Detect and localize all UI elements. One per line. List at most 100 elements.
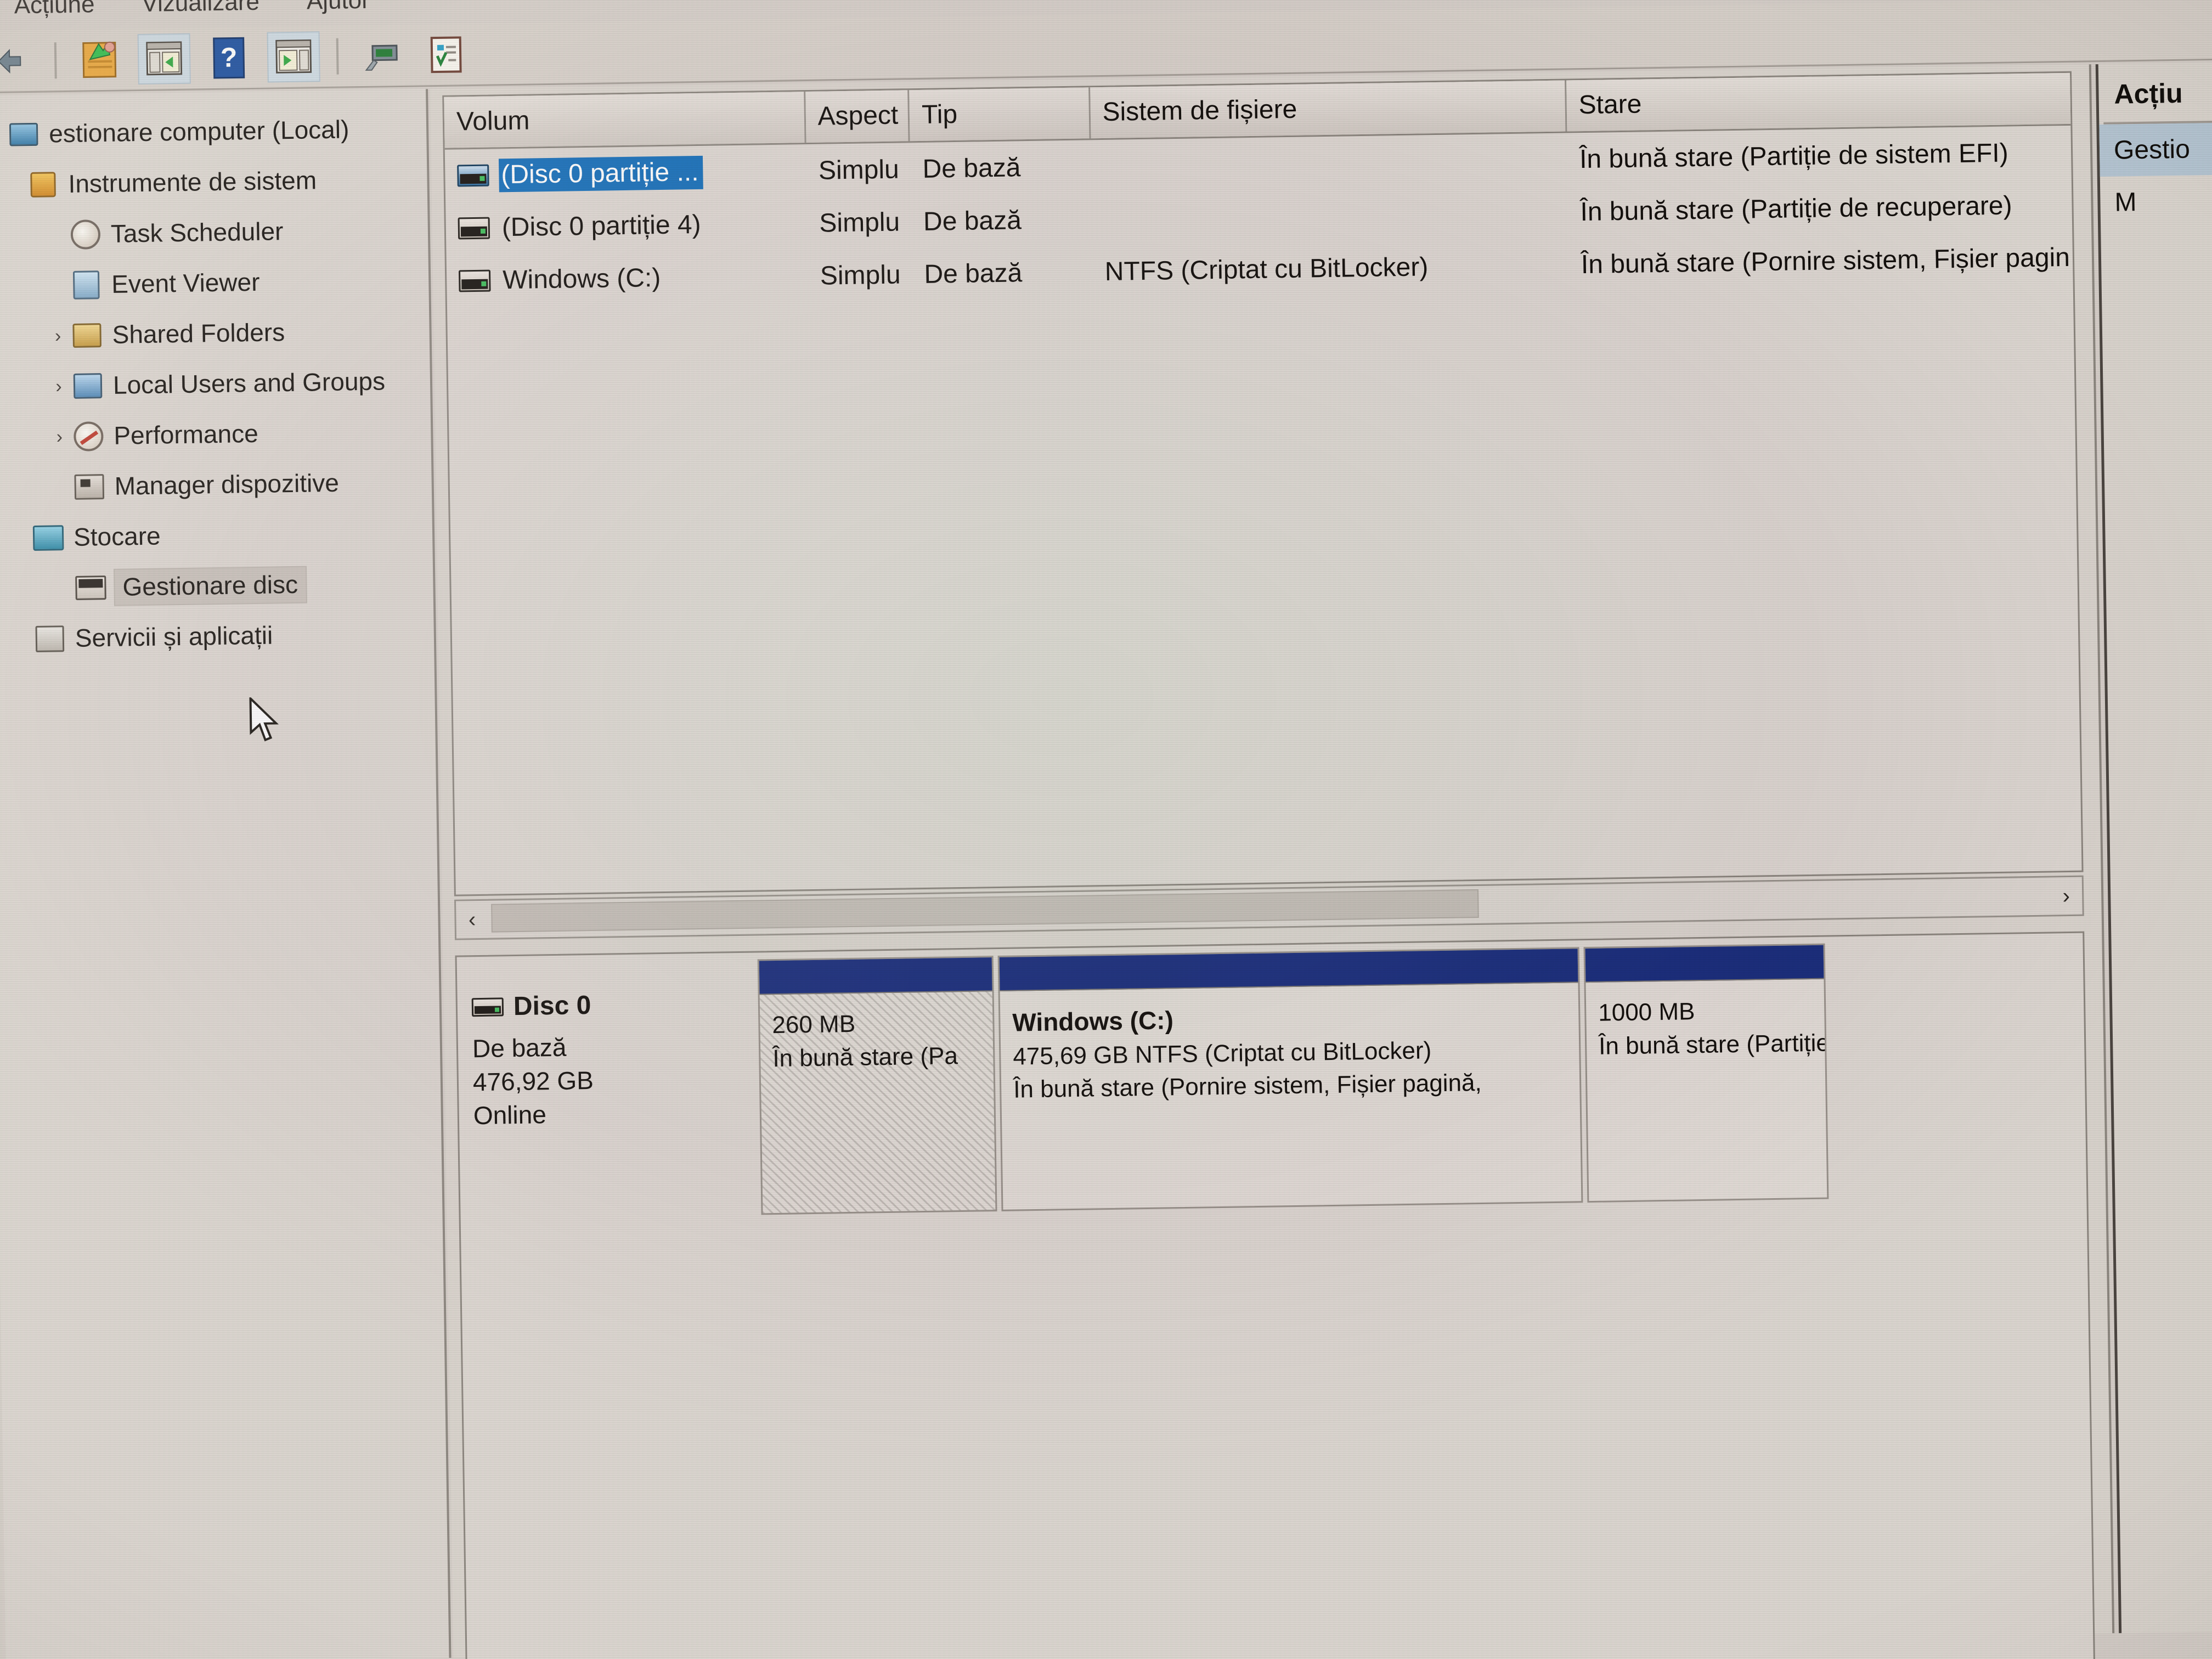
cell-stare: În bună stare (Partiție de recuperare) xyxy=(1580,190,2012,227)
scroll-left-arrow-icon[interactable]: ‹ xyxy=(456,907,488,932)
tree-expander[interactable]: › xyxy=(48,426,71,448)
properties-button[interactable] xyxy=(354,30,408,81)
partition-block-recovery[interactable]: 1000 MB În bună stare (Partiție xyxy=(1583,943,1829,1203)
tree-item-local-users-and-groups[interactable]: › Local Users and Groups xyxy=(0,356,431,413)
partition-color-bar xyxy=(759,957,992,995)
tree-expander[interactable] xyxy=(0,135,6,136)
partition-details: 260 MB În bună stare (Pa xyxy=(759,991,996,1214)
performance-icon xyxy=(71,421,106,452)
volume-name-cell: Windows (C:) xyxy=(447,259,808,298)
volume-label: (Disc 0 partiție 4) xyxy=(501,210,701,242)
tree-item-performance[interactable]: › Performance xyxy=(0,406,431,463)
volume-icon xyxy=(457,164,489,187)
tree-item-task-scheduler[interactable]: Task Scheduler xyxy=(0,204,428,261)
show-action-pane-icon xyxy=(275,39,312,74)
column-header-sistem-de-fisiere[interactable]: Sistem de fișiere xyxy=(1090,80,1567,139)
svg-text:?: ? xyxy=(220,42,237,72)
partition-label: Windows (C:) xyxy=(1012,1006,1174,1037)
tree-item-label: Manager dispozitive xyxy=(114,468,340,500)
users-groups-icon xyxy=(70,370,106,402)
export-list-button[interactable] xyxy=(73,34,126,85)
partition-block-windows-c[interactable]: Windows (C:) 475,69 GB NTFS (Criptat cu … xyxy=(997,947,1583,1211)
disk-type: De bază xyxy=(472,1033,567,1063)
actions-pane-title: Acțiu xyxy=(2114,77,2183,110)
shared-folders-icon xyxy=(69,320,105,351)
volume-icon xyxy=(458,217,490,240)
partition-block-efi[interactable]: 260 MB În bună stare (Pa xyxy=(757,956,997,1215)
tree-expander[interactable] xyxy=(50,588,74,589)
column-header-stare[interactable]: Stare xyxy=(1566,72,2071,132)
cell-tip: De bază xyxy=(924,258,1023,289)
column-header-aspect[interactable]: Aspect xyxy=(805,90,910,143)
cell-tip: De bază xyxy=(923,205,1022,236)
menu-item-vizualizare[interactable]: Vizualizare xyxy=(142,0,259,18)
partition-size: 260 MB xyxy=(772,1010,856,1039)
tree-item-computer-management[interactable]: estionare computer (Local) xyxy=(0,103,427,160)
cell-stare: În bună stare (Pornire sistem, Fișier pa… xyxy=(1581,242,2070,279)
tree-item-event-viewer[interactable]: Event Viewer xyxy=(0,255,429,312)
back-arrow-button[interactable] xyxy=(0,35,38,86)
partition-details: Windows (C:) 475,69 GB NTFS (Criptat cu … xyxy=(1000,983,1582,1210)
action-item-more-actions[interactable]: M xyxy=(2100,175,2212,229)
tree-item-label: Shared Folders xyxy=(112,318,285,349)
tree-expander[interactable] xyxy=(8,538,31,539)
scrollbar-thumb[interactable] xyxy=(491,889,1479,933)
volume-name-cell: (Disc 0 partiție ... xyxy=(445,154,806,193)
back-arrow-icon xyxy=(0,48,21,74)
disk-status: Online xyxy=(473,1100,547,1130)
cell-sistem-de-fisiere xyxy=(1091,159,1567,166)
storage-icon xyxy=(31,522,66,554)
show-action-pane-button[interactable] xyxy=(267,31,320,83)
tree-item-device-manager[interactable]: Manager dispozitive xyxy=(0,456,432,514)
tree-item-shared-folders[interactable]: › Shared Folders xyxy=(0,305,430,362)
cell-sistem-de-fisiere: NTFS (Criptat cu BitLocker) xyxy=(1104,252,1429,286)
actions-pane: Acțiu Gestio M xyxy=(2095,62,2212,1633)
column-header-tip[interactable]: Tip xyxy=(909,87,1091,142)
export-list-icon xyxy=(82,41,117,78)
system-tools-icon xyxy=(25,169,61,200)
volume-icon xyxy=(458,269,491,292)
tree-expander[interactable] xyxy=(46,285,69,286)
tree-item-services-and-applications[interactable]: Servicii și aplicații xyxy=(0,608,434,665)
tree-item-label: Servicii și aplicații xyxy=(75,620,273,652)
console-tree: estionare computer (Local) Instrumente d… xyxy=(0,89,434,665)
partition-details: 1000 MB În bună stare (Partiție xyxy=(1585,979,1827,1201)
disk-row: Disc 0 De bază 476,92 GB Online 260 MB Î… xyxy=(459,938,2085,1220)
report-button[interactable] xyxy=(419,29,472,80)
graphical-disk-view: Disc 0 De bază 476,92 GB Online 260 MB Î… xyxy=(455,931,2096,1659)
tree-item-label: Gestionare disc xyxy=(115,567,306,605)
tree-expander[interactable] xyxy=(49,487,72,488)
column-header-volum[interactable]: Volum xyxy=(444,92,806,148)
cell-aspect: Simplu xyxy=(818,155,900,185)
console-tree-pane: estionare computer (Local) Instrumente d… xyxy=(0,89,452,1659)
disk-icon xyxy=(471,997,504,1017)
tree-item-label: Performance xyxy=(113,419,259,450)
cell-aspect: Simplu xyxy=(820,259,901,291)
mouse-cursor-icon xyxy=(249,697,279,742)
tree-item-label: Event Viewer xyxy=(111,267,260,298)
partition-strip: 260 MB În bună stare (Pa Windows (C:) 47… xyxy=(755,938,2085,1215)
tree-expander[interactable]: › xyxy=(47,375,71,397)
tree-item-label: Stocare xyxy=(73,521,161,551)
cell-tip: De bază xyxy=(922,153,1021,184)
help-icon: ? xyxy=(213,37,245,79)
tree-expander[interactable]: › xyxy=(46,325,70,347)
computer-icon xyxy=(6,119,42,150)
menu-item-actiune[interactable]: Acțiune xyxy=(14,0,94,19)
tree-expander[interactable] xyxy=(9,639,32,640)
toolbar-separator-2 xyxy=(336,38,339,75)
show-console-tree-button[interactable] xyxy=(137,33,191,84)
volume-list: Volum Aspect Tip Sistem de fișiere Stare… xyxy=(442,71,2084,896)
tree-item-label: Local Users and Groups xyxy=(112,366,386,399)
cell-stare: În bună stare (Partiție de sistem EFI) xyxy=(1579,138,2009,174)
disk-info-block[interactable]: Disc 0 De bază 476,92 GB Online xyxy=(459,957,759,1220)
help-button[interactable]: ? xyxy=(202,32,256,83)
tree-item-label: estionare computer (Local) xyxy=(48,115,349,148)
menu-item-ajutor[interactable]: Ajutor xyxy=(306,0,370,15)
tree-item-label: Instrumente de sistem xyxy=(68,166,317,198)
action-item-disk-management[interactable]: Gestio xyxy=(2099,122,2212,177)
scroll-right-arrow-icon[interactable]: › xyxy=(2050,883,2083,909)
tree-item-disk-management[interactable]: Gestionare disc xyxy=(0,557,433,614)
tree-item-system-tools[interactable]: Instrumente de sistem xyxy=(0,154,427,211)
tree-item-storage[interactable]: Stocare xyxy=(0,507,433,564)
